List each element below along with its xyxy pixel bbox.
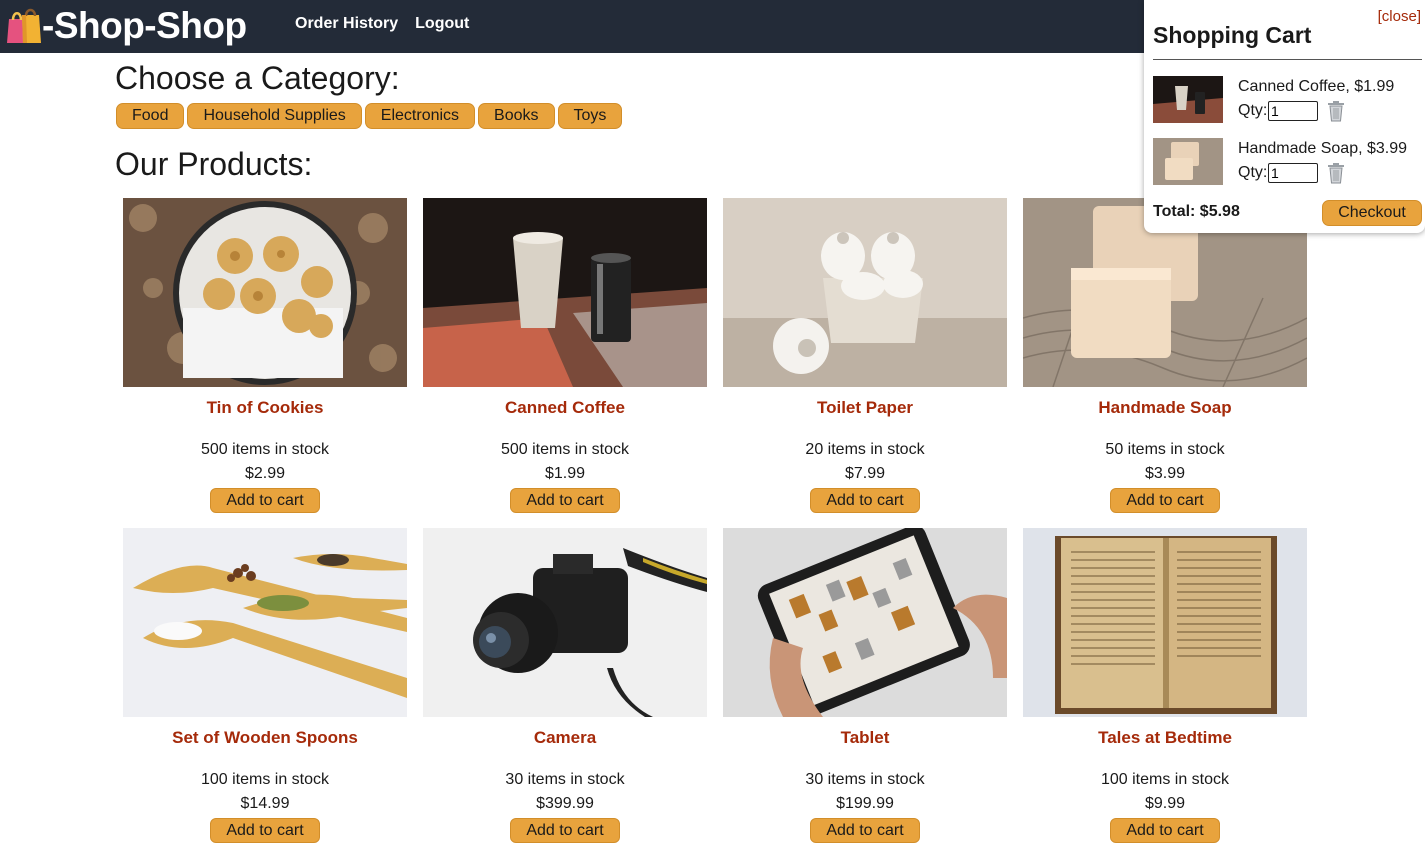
cart-item-thumbnail-soap: [1153, 138, 1223, 185]
product-image-spoons[interactable]: [123, 528, 407, 717]
product-price: $399.99: [536, 795, 594, 812]
category-heading: Choose a Category:: [115, 60, 400, 96]
product-name[interactable]: Camera: [423, 728, 707, 748]
product-image-camera[interactable]: [423, 528, 707, 717]
product-price: $14.99: [240, 795, 290, 812]
category-buttons: Food Household Supplies Electronics Book…: [116, 103, 623, 129]
cart-qty-label: Qty:: [1238, 102, 1268, 119]
cart-item-thumbnail-coffee: [1153, 76, 1223, 123]
product-stock: 20 items in stock: [805, 441, 925, 458]
product-card: Tin of Cookies 500 items in stock $2.99 …: [123, 198, 407, 528]
cart-qty-input[interactable]: [1268, 163, 1318, 183]
category-books-button[interactable]: Books: [478, 103, 555, 129]
product-image-coffee[interactable]: [423, 198, 707, 387]
add-to-cart-button[interactable]: Add to cart: [810, 818, 920, 843]
product-name[interactable]: Tin of Cookies: [123, 398, 407, 418]
products-heading: Our Products:: [115, 146, 313, 182]
shopping-cart-panel: [close] Shopping Cart Canned Coffee, $1.…: [1144, 0, 1425, 233]
product-price: $3.99: [1144, 465, 1186, 482]
nav-links: Order History Logout: [295, 15, 469, 33]
add-to-cart-button[interactable]: Add to cart: [810, 488, 920, 513]
cart-qty-input[interactable]: [1268, 101, 1318, 121]
brand[interactable]: -Shop-Shop: [6, 4, 247, 48]
product-name[interactable]: Handmade Soap: [1023, 398, 1307, 418]
category-household-button[interactable]: Household Supplies: [187, 103, 362, 129]
product-image-cookies[interactable]: [123, 198, 407, 387]
category-toys-button[interactable]: Toys: [557, 103, 623, 129]
product-card: Toilet Paper 20 items in stock $7.99 Add…: [723, 198, 1007, 528]
trash-icon[interactable]: [1327, 162, 1345, 184]
product-grid: Tin of Cookies 500 items in stock $2.99 …: [123, 198, 1307, 850]
category-food-button[interactable]: Food: [116, 103, 185, 129]
cart-divider: [1153, 59, 1422, 60]
nav-logout-link[interactable]: Logout: [415, 15, 469, 33]
trash-icon[interactable]: [1327, 100, 1345, 122]
product-stock: 500 items in stock: [500, 441, 630, 458]
add-to-cart-button[interactable]: Add to cart: [510, 818, 620, 843]
product-price: $199.99: [836, 795, 894, 812]
nav-order-history-link[interactable]: Order History: [295, 15, 398, 33]
cart-close-link[interactable]: [close]: [1378, 8, 1421, 25]
product-card: Camera 30 items in stock $399.99 Add to …: [423, 528, 707, 850]
product-name[interactable]: Set of Wooden Spoons: [123, 728, 407, 748]
product-price: $7.99: [844, 465, 886, 482]
product-name[interactable]: Toilet Paper: [723, 398, 1007, 418]
product-price: $9.99: [1144, 795, 1186, 812]
product-stock: 500 items in stock: [200, 441, 330, 458]
product-image-book[interactable]: [1023, 528, 1307, 717]
shopping-bags-icon: [6, 7, 42, 45]
product-card: Set of Wooden Spoons 100 items in stock …: [123, 528, 407, 850]
category-electronics-button[interactable]: Electronics: [364, 103, 476, 129]
cart-title: Shopping Cart: [1153, 22, 1312, 48]
product-stock: 100 items in stock: [1100, 771, 1230, 788]
add-to-cart-button[interactable]: Add to cart: [210, 818, 320, 843]
product-stock: 50 items in stock: [1105, 441, 1225, 458]
product-card: Tablet 30 items in stock $199.99 Add to …: [723, 528, 1007, 850]
cart-item-label: Canned Coffee, $1.99: [1238, 78, 1395, 95]
product-name[interactable]: Canned Coffee: [423, 398, 707, 418]
add-to-cart-button[interactable]: Add to cart: [1110, 488, 1220, 513]
product-card: Handmade Soap 50 items in stock $3.99 Ad…: [1023, 198, 1307, 528]
product-card: Tales at Bedtime 100 items in stock $9.9…: [1023, 528, 1307, 850]
product-name[interactable]: Tablet: [723, 728, 1007, 748]
cart-total: Total: $5.98: [1153, 203, 1240, 220]
checkout-button[interactable]: Checkout: [1322, 200, 1422, 226]
cart-item-label: Handmade Soap, $3.99: [1238, 140, 1408, 157]
product-name[interactable]: Tales at Bedtime: [1023, 728, 1307, 748]
product-stock: 30 items in stock: [505, 771, 625, 788]
cart-qty-label: Qty:: [1238, 164, 1268, 181]
add-to-cart-button[interactable]: Add to cart: [1110, 818, 1220, 843]
cart-item: Canned Coffee, $1.99 Qty:: [1153, 76, 1422, 124]
product-price: $1.99: [544, 465, 586, 482]
cart-item: Handmade Soap, $3.99 Qty:: [1153, 138, 1422, 186]
product-card: Canned Coffee 500 items in stock $1.99 A…: [423, 198, 707, 528]
add-to-cart-button[interactable]: Add to cart: [210, 488, 320, 513]
brand-title: -Shop-Shop: [42, 5, 247, 46]
product-stock: 30 items in stock: [805, 771, 925, 788]
product-stock: 100 items in stock: [200, 771, 330, 788]
product-image-toilet-paper[interactable]: [723, 198, 1007, 387]
product-image-tablet[interactable]: [723, 528, 1007, 717]
add-to-cart-button[interactable]: Add to cart: [510, 488, 620, 513]
product-price: $2.99: [244, 465, 286, 482]
